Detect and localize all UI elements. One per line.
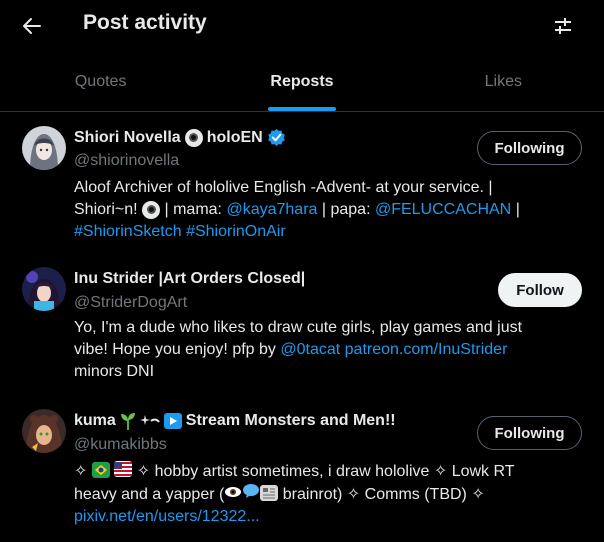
play-button-emoji-icon (163, 413, 182, 429)
bio-text: vibe! Hope you enjoy! pfp by (74, 341, 276, 358)
avatar[interactable] (22, 126, 66, 170)
bio-line: minors DNI (74, 363, 155, 380)
tab-label: Reposts (270, 73, 334, 90)
user-name: Inu Strider |Art Orders Closed| (74, 270, 306, 287)
user-handle[interactable]: @StriderDogArt (74, 294, 187, 312)
user-cell[interactable]: kuma Stream Monsters and Men!! @kumakibb… (0, 397, 604, 542)
eye-emoji-icon (142, 200, 161, 219)
bio-text: brainrot) ✧ Comms (TBD) ✧ (282, 486, 485, 503)
tab-bar: Quotes Reposts Likes (0, 53, 604, 112)
tab-reposts[interactable]: Reposts (201, 53, 402, 111)
speech-bubble-emoji-icon (242, 483, 260, 499)
back-button[interactable] (14, 8, 50, 44)
bio-line: pixiv.net/en/users/12322... (74, 506, 574, 528)
bio-line: Yo, I'm a dude who likes to draw cute gi… (74, 319, 523, 336)
mention-link[interactable]: @kaya7hara (226, 201, 317, 218)
user-handle[interactable]: @kumakibbs (74, 436, 167, 454)
brazil-flag-icon (91, 462, 110, 478)
user-name-row[interactable]: kuma Stream Monsters and Men!! (74, 412, 396, 430)
page-header: Post activity (0, 0, 604, 53)
bio-text: hobby artist sometimes, i draw hololive … (154, 463, 515, 480)
external-link[interactable]: patreon.com/InuStrider (345, 341, 508, 358)
bio-line: Shiori~n! | mama: @kaya7hara | papa: @FE… (74, 199, 574, 221)
bio-text: | mama: (164, 201, 223, 218)
bio-text: heavy and a yapper ( (74, 486, 225, 503)
avatar[interactable] (22, 267, 66, 311)
user-name-row[interactable]: Shiori Novella holoEN (74, 128, 286, 147)
sliders-icon (553, 16, 573, 36)
sparkle-emoji-icon: ✧ (136, 463, 151, 480)
mention-link[interactable]: @0tacat (280, 341, 340, 358)
bio-line: #ShiorinSketch #ShiorinOnAir (74, 221, 574, 243)
avatar[interactable] (22, 409, 66, 453)
user-name-suffix: holoEN (206, 128, 263, 146)
bio-text: Shiori~n! (74, 201, 138, 218)
user-name-suffix: Stream Monsters and Men!! (185, 412, 396, 429)
page-title: Post activity (83, 11, 207, 34)
user-name-row[interactable]: Inu Strider |Art Orders Closed| (74, 270, 305, 288)
tab-label: Likes (484, 73, 522, 90)
filter-button[interactable] (545, 8, 581, 44)
bio-line: vibe! Hope you enjoy! pfp by @0tacat pat… (74, 339, 574, 361)
user-bio: ✧ ✧ hobby artist sometimes, i draw holol… (74, 461, 574, 528)
following-button[interactable]: Following (477, 416, 582, 450)
hashtag-link[interactable]: #ShiorinOnAir (186, 223, 286, 240)
user-bio: Aloof Archiver of hololive English -Adve… (74, 177, 574, 243)
bio-line: heavy and a yapper ( brainrot) ✧ Comms (… (74, 483, 574, 506)
user-name: Shiori Novella (74, 128, 181, 146)
bio-text: | papa: (321, 201, 371, 218)
follow-button[interactable]: Follow (498, 273, 582, 307)
mention-link[interactable]: @FELUCCACHAN (375, 201, 511, 218)
user-bio: Yo, I'm a dude who likes to draw cute gi… (74, 317, 574, 383)
sparkle-emoji-icon: ✧ (74, 463, 88, 480)
following-button[interactable]: Following (477, 131, 582, 165)
user-handle[interactable]: @shiorinovella (74, 152, 179, 170)
bio-text: | (515, 201, 520, 218)
us-flag-icon (114, 461, 133, 477)
tab-label: Quotes (74, 73, 127, 90)
bio-line: Aloof Archiver of hololive English -Adve… (74, 179, 493, 196)
tab-quotes[interactable]: Quotes (0, 53, 201, 111)
arrow-left-icon (22, 16, 42, 36)
verified-badge-icon (267, 128, 286, 147)
bio-line: ✧ ✧ hobby artist sometimes, i draw holol… (74, 461, 574, 483)
user-cell[interactable]: Inu Strider |Art Orders Closed| @Strider… (0, 255, 604, 395)
newspaper-emoji-icon (260, 485, 279, 501)
tab-likes[interactable]: Likes (403, 53, 604, 111)
seedling-emoji-icon (120, 412, 136, 430)
eye-emoji-icon (224, 485, 242, 499)
user-name: kuma (74, 412, 116, 429)
hashtag-link[interactable]: #ShiorinSketch (74, 223, 182, 240)
user-cell[interactable]: Shiori Novella holoEN @shiorinovella Fol… (0, 113, 604, 255)
tab-indicator (267, 107, 336, 111)
sparkle-emoji-icon (139, 413, 160, 429)
eye-emoji-icon (184, 128, 203, 147)
external-link[interactable]: pixiv.net/en/users/12322... (74, 508, 260, 525)
